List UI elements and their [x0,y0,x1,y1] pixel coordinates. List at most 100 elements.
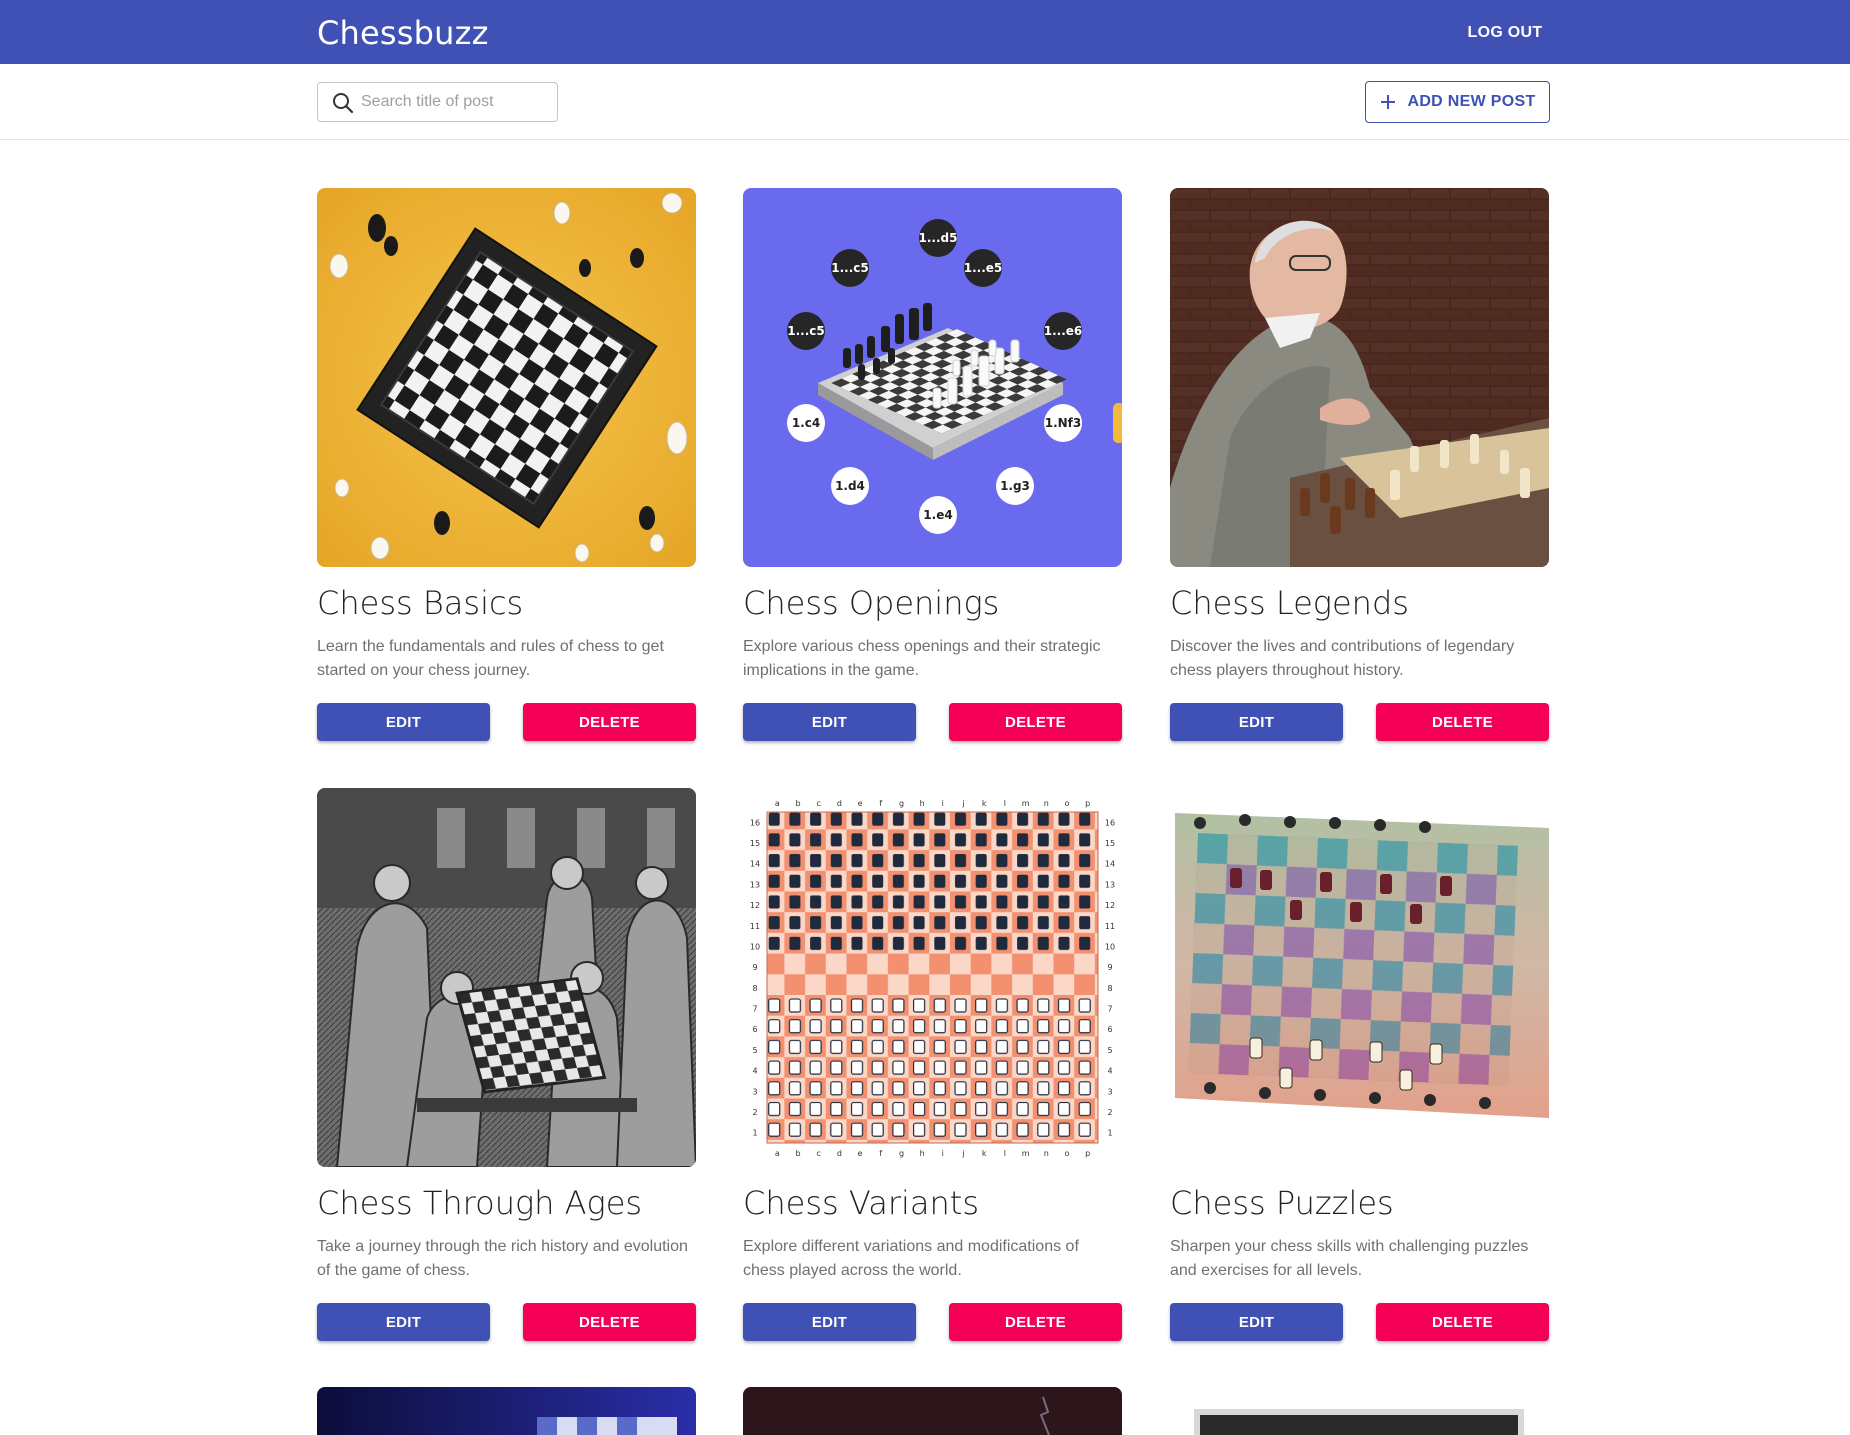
file-label: h [920,1149,925,1158]
file-label: c [816,799,820,808]
post-description: Discover the lives and contributions of … [1170,638,1515,679]
rank-label: 4 [752,1067,757,1076]
edit-button[interactable]: EDIT [1170,1303,1343,1341]
file-label: d [837,1149,842,1158]
file-label: g [899,1149,904,1158]
post-card-partial [1170,1387,1549,1435]
search-box[interactable] [317,82,558,122]
delete-button[interactable]: DELETE [949,703,1122,741]
rank-label: 7 [752,1005,757,1014]
search-icon [333,93,354,114]
edit-button[interactable]: EDIT [743,703,916,741]
rank-label: 16 [750,818,760,827]
rank-label: 10 [1105,943,1115,952]
rank-label: 8 [1107,984,1112,993]
file-label: o [1065,799,1070,808]
post-description: Explore various chess openings and their… [743,638,1101,679]
rank-label: 2 [752,1108,757,1117]
rank-label: 8 [752,984,757,993]
edit-button[interactable]: EDIT [743,1303,916,1341]
file-label: b [795,799,800,808]
post-description: Sharpen your chess skills with challengi… [1170,1238,1529,1279]
rank-label: 2 [1107,1108,1112,1117]
rank-label: 13 [750,880,760,889]
post-image-chess-variants: a a b b c c d d e e f f g g h h i i j j k k l l m m n n o o p p 16 16 15 15… [743,788,1122,1167]
post-title: Chess Openings [743,584,1000,622]
rank-label: 10 [750,943,760,952]
delete-button[interactable]: DELETE [523,703,696,741]
delete-button[interactable]: DELETE [1376,1303,1549,1341]
move-label: 1.Nf3 [1045,416,1082,430]
edit-button[interactable]: EDIT [1170,703,1343,741]
move-label: 1.g3 [1000,479,1030,493]
post-image-chess-legends [1170,188,1549,567]
rank-label: 6 [752,1025,757,1034]
move-label: 1...d5 [919,231,958,245]
plus-icon [1381,95,1396,109]
file-label: d [837,799,842,808]
move-label: 1...e6 [1044,324,1083,338]
rank-label: 1 [1107,1129,1112,1138]
post-card-partial [317,1387,696,1435]
post-description: Explore different variations and modific… [743,1238,1079,1279]
delete-button[interactable]: DELETE [949,1303,1122,1341]
rank-label: 14 [1105,860,1115,869]
move-label: 1...c5 [831,261,869,275]
post-image-chess-openings: 1...d5 1...e5 1...e6 1.Nf3 1.g3 1.e4 1.d… [743,188,1122,567]
file-label: e [858,799,863,808]
file-label: c [816,1149,820,1158]
logout-button[interactable]: LOG OUT [1460,20,1550,46]
file-label: f [879,1149,882,1158]
move-label: 1...e5 [964,261,1003,275]
file-label: g [899,799,904,808]
file-label: j [961,1149,964,1158]
rank-label: 7 [1107,1005,1112,1014]
search-input[interactable] [361,89,551,115]
post-image-chess-basics [317,188,696,567]
add-new-post-label: ADD NEW POST [1407,93,1536,110]
file-label: i [942,1149,944,1158]
post-title: Chess Puzzles [1170,1184,1394,1222]
rank-label: 9 [752,963,757,972]
rank-label: 16 [1105,818,1115,827]
file-label: k [982,799,987,808]
file-label: a [775,799,780,808]
rank-label: 4 [1107,1067,1112,1076]
post-description: Take a journey through the rich history … [317,1238,688,1279]
move-label: 1.d4 [835,479,865,493]
rank-label: 15 [1105,839,1115,848]
file-label: k [982,1149,987,1158]
rank-label: 12 [750,901,760,910]
edit-button[interactable]: EDIT [317,703,490,741]
file-label: p [1085,1149,1090,1158]
file-label: m [1022,1149,1030,1158]
file-label: j [961,799,964,808]
rank-label: 1 [752,1129,757,1138]
app-title: Chessbuzz [317,14,489,52]
file-label: a [775,1149,780,1158]
file-label: n [1044,1149,1049,1158]
rank-label: 15 [750,839,760,848]
file-label: l [1004,1149,1006,1158]
delete-button[interactable]: DELETE [523,1303,696,1341]
delete-button[interactable]: DELETE [1376,703,1549,741]
post-image-chess-puzzles [1170,788,1549,1167]
toolbar: ADD NEW POST [0,64,1850,140]
move-label: 1.c4 [792,416,820,430]
post-title: Chess Through Ages [317,1184,643,1222]
edit-button[interactable]: EDIT [317,1303,490,1341]
move-label: 1.e4 [923,508,952,522]
rank-label: 9 [1107,963,1112,972]
file-label: n [1044,799,1049,808]
file-label: m [1022,799,1030,808]
rank-label: 6 [1107,1025,1112,1034]
rank-label: 11 [1105,922,1115,931]
post-title: Chess Legends [1170,584,1409,622]
app-bar: Chessbuzz LOG OUT [0,0,1850,64]
rank-label: 5 [1107,1046,1112,1055]
rank-label: 3 [752,1087,757,1096]
file-label: h [920,799,925,808]
post-title: Chess Basics [317,584,524,622]
add-new-post-button[interactable]: ADD NEW POST [1365,81,1550,123]
rank-label: 3 [1107,1087,1112,1096]
